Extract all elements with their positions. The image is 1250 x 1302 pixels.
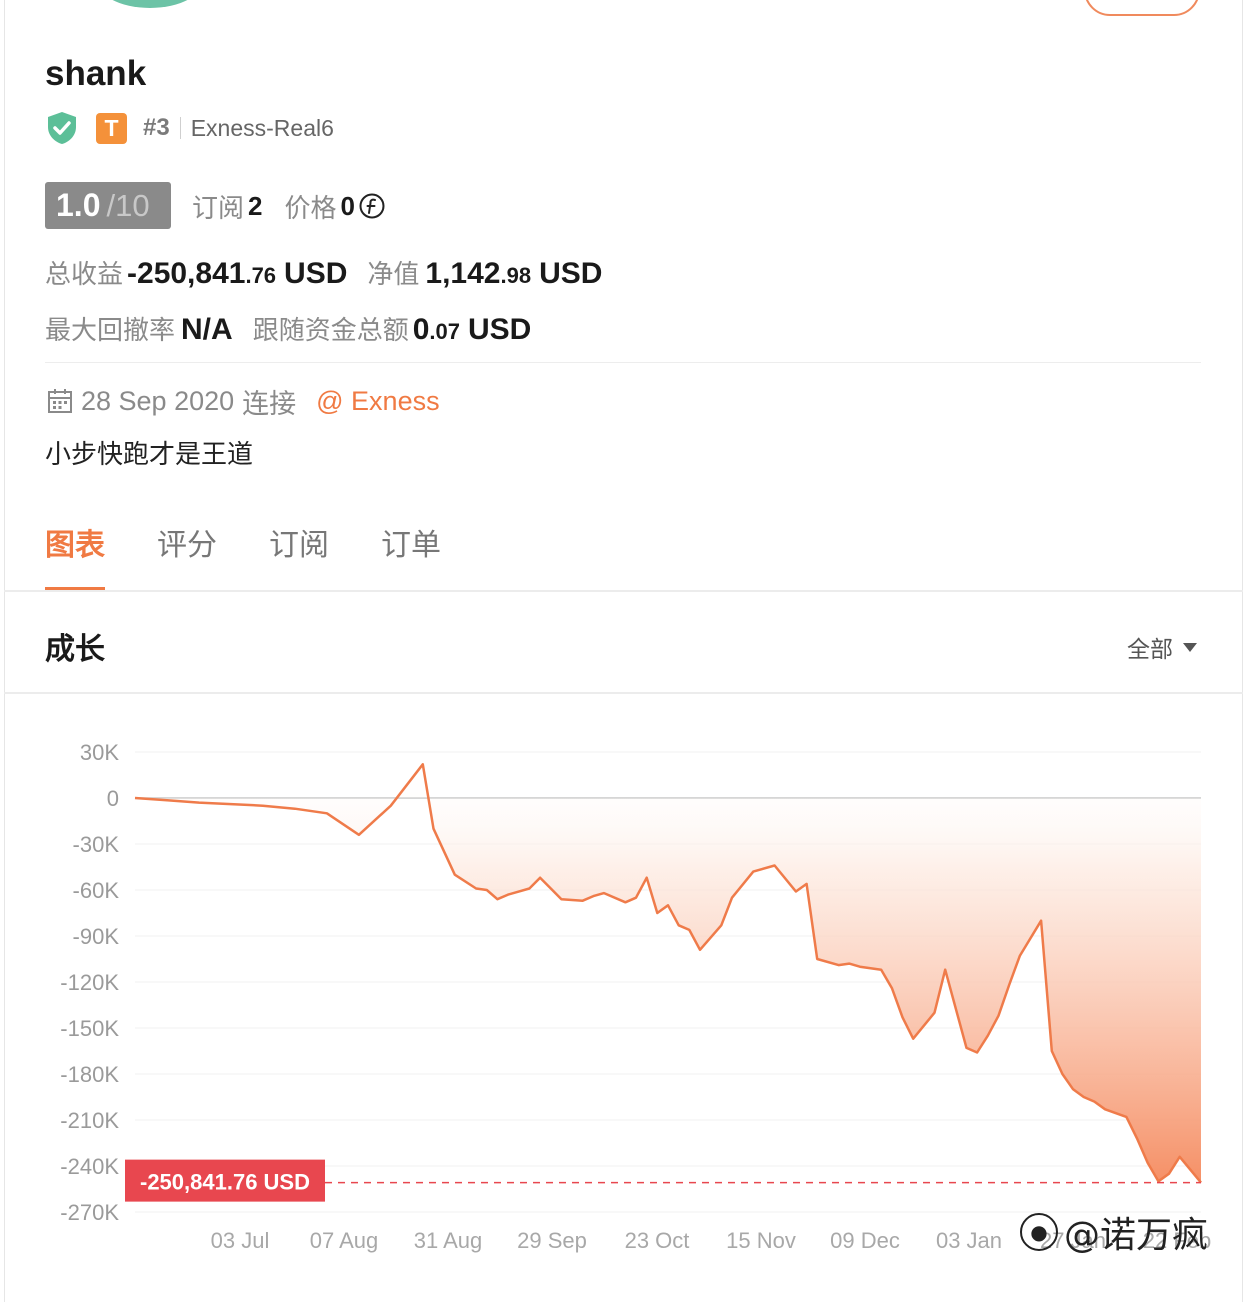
caret-down-icon (1183, 642, 1197, 652)
tab-chart[interactable]: 图表 (45, 520, 105, 591)
tier-badge: T (96, 112, 127, 144)
total-profit-decimals: .76 (245, 263, 277, 288)
price-value: 0 (340, 190, 355, 221)
follow-funds-value: 0 (412, 313, 430, 346)
y-tick-label: -30K (73, 832, 120, 857)
section-divider (45, 362, 1201, 363)
tab-rating[interactable]: 评分 (157, 520, 217, 590)
tab-orders-label: 订单 (381, 528, 441, 563)
connect-label: 连接 (242, 388, 297, 420)
x-tick-label: 29 Sep (517, 1228, 587, 1253)
growth-title: 成长 (45, 632, 105, 667)
total-profit-value: -250,841 (127, 257, 246, 290)
avatar[interactable] (95, 0, 205, 8)
follow-funds-decimals: .07 (429, 319, 460, 344)
equity-unit: USD (539, 257, 603, 290)
equity-value: 1,142 (425, 257, 501, 290)
tab-orders[interactable]: 订单 (381, 520, 441, 590)
y-tick-label: -240K (60, 1154, 119, 1179)
y-tick-label: -90K (73, 924, 120, 949)
y-tick-label: -150K (60, 1016, 119, 1041)
watermark-text: @诺万疯 (1064, 1215, 1209, 1256)
equity-decimals: .98 (500, 263, 532, 288)
tab-subscription[interactable]: 订阅 (269, 520, 329, 590)
total-profit-label: 总收益 (45, 260, 124, 290)
range-value: 全部 (1127, 637, 1173, 663)
subscribe-count: 2 (248, 190, 263, 221)
x-tick-label: 09 Dec (830, 1228, 900, 1253)
drawdown-follow-row: 最大回撤率 N/A 跟随资金总额 0 .07 USD (45, 310, 531, 350)
header-divider (4, 692, 1243, 694)
tab-rating-label: 评分 (157, 528, 217, 563)
trader-name: shank (45, 54, 147, 93)
broker-link[interactable]: @ Exness (316, 386, 439, 417)
wechat-icon: ● (1020, 1213, 1058, 1251)
subscription-price-row: 订阅 2 价格 0 (192, 186, 385, 226)
y-tick-label: -60K (73, 878, 120, 903)
coin-icon (359, 193, 385, 219)
y-tick-label: -210K (60, 1108, 119, 1133)
last-value-label: -250,841.76 USD (140, 1170, 310, 1195)
y-tick-label: 0 (107, 786, 119, 811)
y-tick-label: -120K (60, 970, 119, 995)
tab-bar: 图表 评分 订阅 订单 (45, 520, 493, 591)
server-name: Exness-Real6 (190, 114, 334, 141)
y-tick-label: -180K (60, 1062, 119, 1087)
rank-label: #3 (143, 114, 170, 141)
trader-motto: 小步快跑才是王道 (45, 440, 254, 470)
x-tick-label: 15 Nov (726, 1228, 796, 1253)
follow-button[interactable] (1084, 0, 1200, 16)
x-tick-label: 31 Aug (414, 1228, 483, 1253)
price-label: 价格 (284, 193, 337, 224)
follow-funds-label: 跟随资金总额 (252, 316, 409, 346)
follow-funds-unit: USD (467, 313, 532, 346)
tabs-divider (4, 590, 1243, 592)
score-badge: 1.0 /10 (45, 182, 171, 229)
y-tick-label: -270K (60, 1200, 119, 1225)
max-drawdown-label: 最大回撤率 (45, 316, 176, 346)
connection-row: 28 Sep 2020 连接 @ Exness (47, 381, 440, 421)
score-max: /10 (106, 188, 150, 223)
total-profit-unit: USD (284, 257, 348, 290)
watermark: ● @诺万疯 (1020, 1206, 1208, 1258)
x-tick-label: 23 Oct (625, 1228, 690, 1253)
x-tick-label: 07 Aug (310, 1228, 379, 1253)
tab-chart-label: 图表 (45, 528, 105, 563)
connect-date: 28 Sep 2020 (81, 385, 235, 416)
y-tick-label: 30K (80, 740, 119, 765)
shield-check-icon (48, 112, 76, 144)
range-dropdown[interactable]: 全部 (1127, 630, 1197, 664)
subscribe-label: 订阅 (192, 193, 245, 224)
equity-label: 净值 (367, 260, 420, 290)
badge-row: T #3 Exness-Real6 (46, 110, 334, 146)
calendar-icon (48, 389, 72, 413)
profit-equity-row: 总收益 -250,841 .76 USD 净值 1,142 .98 USD (45, 254, 602, 294)
score-value: 1.0 (56, 187, 101, 223)
x-tick-label: 03 Jan (936, 1228, 1002, 1253)
growth-chart: 30K 0 -30K -60K -90K -120K -150K -180K -210K -240… (60, 740, 1211, 1253)
divider (179, 117, 181, 139)
x-tick-label: 03 Jul (211, 1228, 270, 1253)
max-drawdown-value: N/A (181, 313, 233, 346)
tab-subscription-label: 订阅 (269, 528, 329, 563)
